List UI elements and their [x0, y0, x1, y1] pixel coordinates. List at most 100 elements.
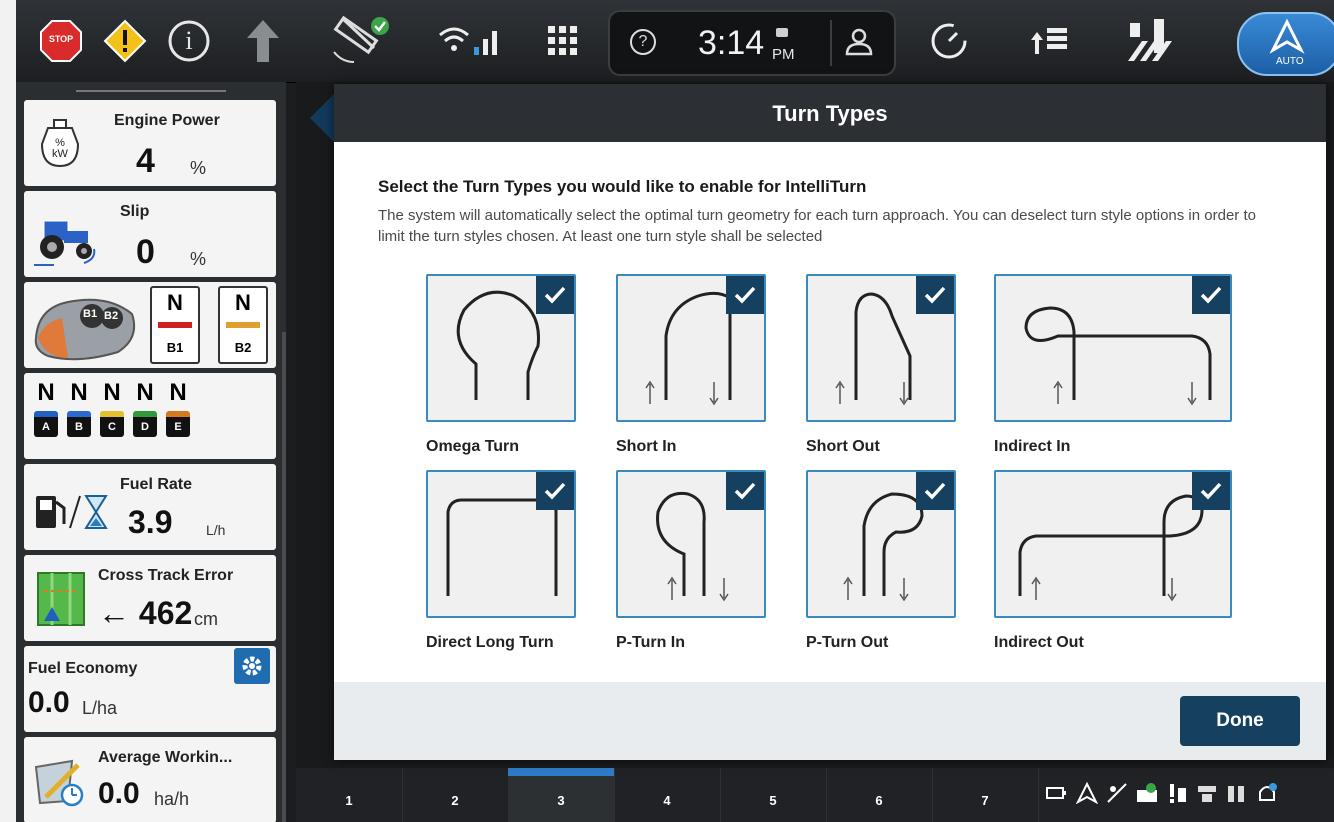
- valve-states-card[interactable]: N A N B N C N D N E: [24, 373, 276, 459]
- tab-2[interactable]: 2: [402, 768, 509, 822]
- tab-5[interactable]: 5: [720, 768, 827, 822]
- short-in-label: Short In: [616, 438, 677, 455]
- direct-long-turn-option[interactable]: [426, 470, 576, 618]
- tab-1[interactable]: 1: [296, 768, 403, 822]
- clock-ampm: PM: [772, 46, 795, 63]
- alert-icon[interactable]: [1166, 782, 1188, 804]
- p-turn-out-checkbox[interactable]: [916, 472, 954, 510]
- engine-power-card[interactable]: % kW Engine Power 4 %: [24, 100, 276, 186]
- info-label: i: [185, 26, 193, 55]
- no-signal-icon[interactable]: [1106, 782, 1128, 804]
- auto-guidance-button[interactable]: AUTO: [1237, 12, 1334, 76]
- slip-title: Slip: [120, 203, 150, 220]
- guidance-icon[interactable]: [1076, 782, 1098, 804]
- info-icon[interactable]: i: [164, 14, 214, 68]
- dialog-footer: [334, 682, 1326, 760]
- done-button[interactable]: Done: [1180, 696, 1300, 746]
- checkmark-icon: [1200, 482, 1222, 500]
- fuel-economy-unit: L/ha: [82, 698, 118, 718]
- tab-4[interactable]: 4: [614, 768, 721, 822]
- valve-b-badge: B: [67, 411, 91, 437]
- remote-b2-label: B2: [234, 340, 252, 355]
- work-rate-icon: [32, 757, 92, 814]
- direct-long-turn-checkbox[interactable]: [536, 472, 574, 510]
- avg-working-value: 0.0: [98, 777, 140, 810]
- checkmark-icon: [544, 482, 566, 500]
- omega-turn-checkbox[interactable]: [536, 276, 574, 314]
- fuel-rate-card[interactable]: Fuel Rate 3.9 L/h: [24, 464, 276, 550]
- cross-track-card[interactable]: Cross Track Error ← 462 cm: [24, 555, 276, 641]
- arrow-up-icon[interactable]: [240, 14, 286, 68]
- p-turn-in-checkbox[interactable]: [726, 472, 764, 510]
- tab-3[interactable]: 3: [508, 768, 615, 822]
- cylinder-icon: [158, 322, 192, 328]
- speedometer-icon[interactable]: [924, 14, 974, 68]
- valve-c: N C: [98, 379, 126, 437]
- clock-time: 3:14: [698, 24, 765, 62]
- sidebar-grip[interactable]: [76, 90, 226, 92]
- isobus-icon[interactable]: [1136, 782, 1158, 804]
- joystick-icon: B1 B2: [28, 288, 140, 368]
- engine-power-unit: %: [190, 158, 207, 178]
- field-map-icon: [36, 571, 86, 632]
- sidebar: % kW Engine Power 4 % Slip 0 % B1 B2 N B…: [16, 82, 286, 822]
- indirect-in-checkbox[interactable]: [1192, 276, 1230, 314]
- indirect-out-checkbox[interactable]: [1192, 472, 1230, 510]
- short-out-option[interactable]: [806, 274, 956, 422]
- indirect-in-option[interactable]: [994, 274, 1232, 422]
- fuel-economy-value: 0.0: [28, 686, 70, 719]
- stop-icon[interactable]: STOP: [36, 14, 86, 68]
- slip-unit: %: [190, 249, 207, 269]
- avg-working-unit: ha/h: [154, 789, 190, 809]
- valve-e-state: N: [169, 379, 187, 406]
- remote-b1[interactable]: N B1: [150, 286, 200, 364]
- p-turn-in-option[interactable]: [616, 470, 766, 618]
- fuel-economy-card[interactable]: Fuel Economy 0.0 L/ha: [24, 646, 276, 732]
- remote-valves-card[interactable]: B1 B2 N B1 N B2: [24, 282, 276, 368]
- settings-gear-button[interactable]: [234, 648, 270, 684]
- p-turn-out-label: P-Turn Out: [806, 634, 889, 651]
- valve-e-badge: E: [166, 411, 190, 437]
- sidebar-scrollbar[interactable]: [282, 332, 286, 822]
- short-in-checkbox[interactable]: [726, 276, 764, 314]
- remote-b2[interactable]: N B2: [218, 286, 268, 364]
- slip-card[interactable]: Slip 0 %: [24, 191, 276, 277]
- slip-value: 0: [136, 233, 155, 271]
- short-in-option[interactable]: [616, 274, 766, 422]
- gear-icon: [242, 656, 262, 676]
- engine-power-title: Engine Power: [114, 112, 220, 129]
- omega-turn-option[interactable]: [426, 274, 576, 422]
- row-swap-icon[interactable]: [1024, 14, 1074, 68]
- checkmark-icon: [1200, 286, 1222, 304]
- valve-e: N E: [164, 379, 192, 437]
- tab-7[interactable]: 7: [932, 768, 1039, 822]
- p-turn-in-label: P-Turn In: [616, 634, 686, 651]
- indirect-in-label: Indirect In: [994, 438, 1071, 455]
- p-turn-out-option[interactable]: [806, 470, 956, 618]
- remote-b1-label: B1: [166, 340, 184, 355]
- warning-icon[interactable]: [100, 14, 150, 68]
- cross-track-title: Cross Track Error: [98, 567, 234, 584]
- avg-working-card[interactable]: Average Workin... 0.0 ha/h: [24, 737, 276, 822]
- grid-menu-icon[interactable]: [538, 14, 588, 68]
- valve-b: N B: [65, 379, 93, 437]
- operator-icon[interactable]: [844, 26, 874, 61]
- indirect-out-option[interactable]: [994, 470, 1232, 618]
- engine-power-icon: % kW: [38, 118, 82, 175]
- battery-usb-icon[interactable]: [1046, 782, 1068, 804]
- satellite-icon[interactable]: [326, 14, 396, 68]
- short-out-checkbox[interactable]: [916, 276, 954, 314]
- valve-a: N A: [32, 379, 60, 437]
- notification-icon[interactable]: [1256, 782, 1278, 804]
- fuel-rate-unit: L/h: [206, 522, 226, 538]
- section-status-icon[interactable]: [1226, 782, 1248, 804]
- tractor-icon: [30, 211, 102, 276]
- checkmark-icon: [924, 482, 946, 500]
- indirect-out-label: Indirect Out: [994, 634, 1084, 651]
- help-icon[interactable]: ?: [630, 29, 656, 55]
- implement-icon[interactable]: [1122, 14, 1182, 68]
- implement-status-icon[interactable]: [1196, 782, 1218, 804]
- clock-widget[interactable]: ? 3:14 PM: [608, 10, 896, 76]
- wifi-signal-icon[interactable]: [434, 14, 514, 68]
- tab-6[interactable]: 6: [826, 768, 933, 822]
